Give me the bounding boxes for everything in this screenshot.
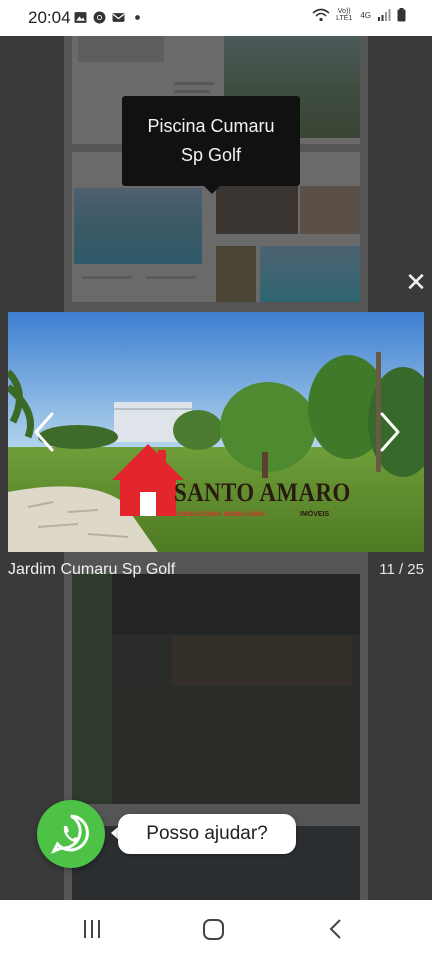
dot-icon <box>135 15 140 20</box>
image-caption: Jardim Cumaru Sp Golf <box>8 561 176 578</box>
volte-indicator: Vo)) LTE1 <box>336 8 353 22</box>
tooltip-line-2: Sp Golf <box>180 145 241 165</box>
chrome-icon <box>93 11 106 24</box>
watermark-brand: SANTO AMARO <box>174 478 351 507</box>
tooltip-line-1: Piscina Cumaru <box>147 116 275 136</box>
lightbox-image[interactable]: SANTO AMARO CONSULTORIA IMOBILIÁRIA IMÓV… <box>8 312 424 552</box>
chevron-right-icon <box>380 412 400 452</box>
tooltip-arrow <box>204 186 220 194</box>
back-button[interactable] <box>316 916 356 944</box>
recent-apps-button[interactable] <box>72 916 112 944</box>
whatsapp-bubble[interactable]: Posso ajudar? <box>118 814 296 854</box>
home-button[interactable] <box>194 916 234 944</box>
signal-icon <box>378 9 391 21</box>
image-tooltip: Piscina Cumaru Sp Golf <box>122 96 300 186</box>
mail-icon <box>112 13 125 22</box>
chevron-left-icon <box>34 412 54 452</box>
brochure-page-3 <box>72 574 360 804</box>
system-icons: Vo)) LTE1 4G <box>312 8 406 22</box>
close-lightbox-button[interactable]: ✕ <box>404 269 428 295</box>
back-icon <box>329 919 341 939</box>
home-icon <box>203 919 224 940</box>
whatsapp-button[interactable] <box>37 800 105 868</box>
system-nav-bar <box>0 900 432 960</box>
watermark-tagline: IMÓVEIS <box>300 511 330 518</box>
notification-icons <box>74 11 144 24</box>
gallery-icon <box>74 12 87 23</box>
network-type: 4G <box>360 10 371 20</box>
image-counter: 11 / 25 <box>379 561 424 578</box>
whatsapp-icon <box>50 814 89 854</box>
previous-image-button[interactable] <box>30 410 60 454</box>
battery-icon <box>397 8 406 22</box>
wifi-icon <box>312 8 330 22</box>
recent-apps-icon <box>84 920 100 938</box>
watermark-subtitle: CONSULTORIA IMOBILIÁRIA <box>174 512 266 518</box>
status-bar: 20:04 Vo)) LTE1 4G <box>0 0 432 36</box>
status-time: 20:04 <box>28 8 71 27</box>
next-image-button[interactable] <box>374 410 404 454</box>
